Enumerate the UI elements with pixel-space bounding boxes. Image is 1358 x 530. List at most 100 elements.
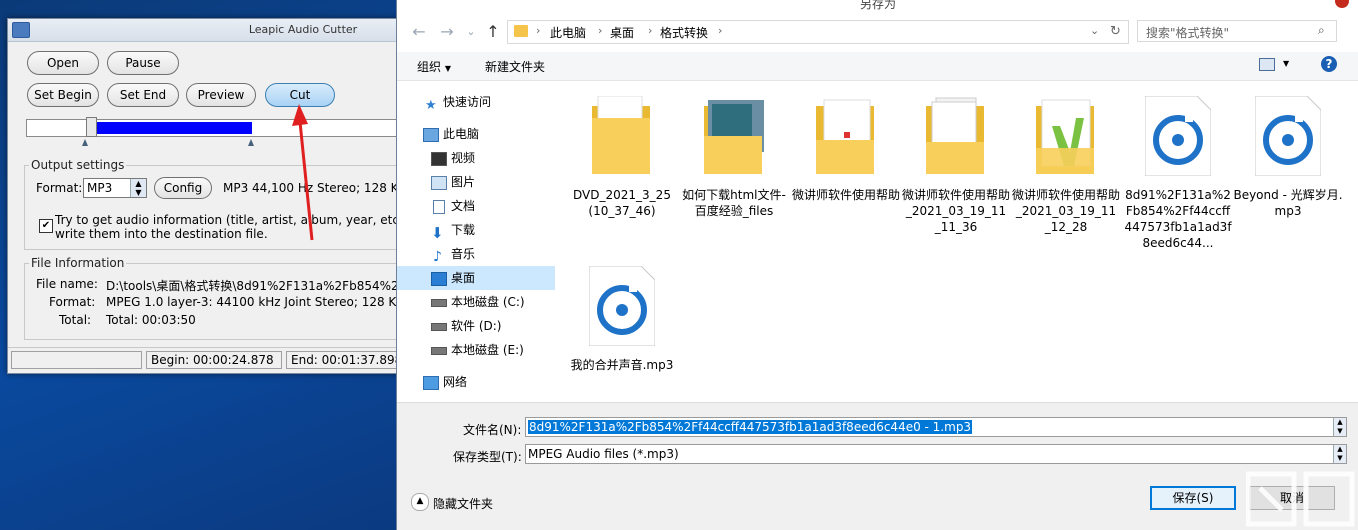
nav-item-videos[interactable]: 视频 <box>397 146 555 170</box>
filetype-select[interactable]: MPEG Audio files (*.mp3) ▲ ▼ <box>525 444 1347 464</box>
view-dropdown-icon[interactable]: ▼ <box>1283 59 1289 68</box>
nav-item-downloads[interactable]: ⬇ 下载 <box>397 218 555 242</box>
nav-label: 本地磁盘 (C:) <box>451 295 525 309</box>
nav-item-drive-c[interactable]: 本地磁盘 (C:) <box>397 290 555 314</box>
nav-label: 桌面 <box>451 271 476 285</box>
breadcrumb-separator-icon: › <box>718 24 723 37</box>
search-box[interactable]: 搜索"格式转换" ⌕ <box>1137 20 1337 42</box>
file-name-value: D:\tools\桌面\格式转换\8d91%2F131a%2Fb854%2F <box>106 279 401 293</box>
folder-pages-icon <box>926 97 984 174</box>
id3-checkbox[interactable]: ✔ <box>39 219 53 233</box>
file-item-folder[interactable]: 如何下载html文件-百度经验_files <box>679 84 789 224</box>
pause-button[interactable]: Pause <box>107 51 179 75</box>
config-button[interactable]: Config <box>154 177 212 199</box>
video-icon <box>431 152 447 166</box>
file-item-folder[interactable]: DVD_2021_3_25 (10_37_46) <box>567 84 677 224</box>
file-item-folder[interactable]: 微讲师软件使用帮助 _2021_03_19_11 _12_28 <box>1011 84 1121 234</box>
desktop-icon <box>431 272 447 286</box>
begin-status: Begin: 00:00:24.878 <box>146 351 282 369</box>
file-item-folder[interactable]: 微讲师软件使用帮助 <box>791 84 901 224</box>
nav-label: 此电脑 <box>443 127 480 141</box>
dialog-title: 另存为 <box>859 0 896 11</box>
folder-doc-icon <box>816 99 874 174</box>
up-arrow-icon[interactable]: ↑ <box>483 22 503 42</box>
nav-label: 图片 <box>451 175 476 189</box>
nav-item-drive-e[interactable]: 本地磁盘 (E:) <box>397 338 555 362</box>
file-item-mp3[interactable]: 我的合并声音.mp3 <box>567 254 677 384</box>
nav-item-drive-d[interactable]: 软件 (D:) <box>397 314 555 338</box>
save-button[interactable]: 保存(S) <box>1150 486 1236 510</box>
file-name: 我的合并声音.mp3 <box>570 358 674 372</box>
address-dropdown-icon[interactable]: ⌄ <box>1090 24 1099 37</box>
breadcrumb-format-convert[interactable]: 格式转换 <box>660 24 708 41</box>
nav-label: 下载 <box>451 223 476 237</box>
red-arrow-annotation <box>292 104 314 241</box>
nav-item-desktop[interactable]: 桌面 <box>397 266 555 290</box>
nav-item-pictures[interactable]: 图片 <box>397 170 555 194</box>
filename-value[interactable]: 8d91%2F131a%2Fb854%2Ff44ccff447573fb1a1a… <box>528 420 973 434</box>
filename-input[interactable]: 8d91%2F131a%2Fb854%2Ff44ccff447573fb1a1a… <box>525 417 1347 437</box>
slider-thumb[interactable] <box>86 117 97 137</box>
file-information-legend: File Information <box>31 256 125 270</box>
file-item-mp3[interactable]: 8d91%2F131a%2Fb854%2Ff44ccff447573fb1a1a… <box>1123 84 1233 250</box>
nav-label: 视频 <box>451 151 476 165</box>
nav-item-network[interactable]: 网络 <box>397 370 555 394</box>
nav-label: 音乐 <box>451 247 476 261</box>
search-input[interactable]: 搜索"格式转换" <box>1146 24 1229 41</box>
chevron-down-icon[interactable]: ⌄ <box>461 22 481 42</box>
nav-item-this-pc[interactable]: 此电脑 <box>397 122 555 146</box>
folder-icon <box>514 25 528 37</box>
organize-menu[interactable]: 组织 ▼ <box>417 58 451 75</box>
save-as-dialog: 另存为 ← → ⌄ ↑ › 此电脑 › 桌面 › 格式转换 › ⌄ ↻ 搜索"格… <box>396 0 1358 530</box>
nav-label: 网络 <box>443 375 468 389</box>
preview-button[interactable]: Preview <box>186 83 256 107</box>
nav-item-quick-access[interactable]: ★ 快速访问 <box>397 90 555 114</box>
refresh-icon[interactable]: ↻ <box>1110 24 1121 39</box>
end-status: End: 00:01:37.898 <box>286 351 400 369</box>
folder-icon <box>592 96 650 174</box>
drive-icon <box>431 323 447 331</box>
nav-item-documents[interactable]: 文档 <box>397 194 555 218</box>
folder-image-icon <box>704 100 764 174</box>
set-begin-button[interactable]: Set Begin <box>27 83 99 107</box>
forward-arrow-icon[interactable]: → <box>437 22 457 42</box>
file-name-label: File name: <box>36 277 98 291</box>
help-icon[interactable]: ? <box>1321 56 1337 72</box>
nav-label: 文档 <box>451 199 476 213</box>
spinner-icon[interactable]: ▲ ▼ <box>1333 445 1346 463</box>
breadcrumb-separator-icon: › <box>598 24 603 37</box>
format-select[interactable]: MP3 ▲ ▼ <box>83 178 147 198</box>
spinner-icon[interactable]: ▲ ▼ <box>130 179 146 197</box>
view-icon[interactable] <box>1259 58 1275 71</box>
spinner-icon[interactable]: ▲ ▼ <box>1333 418 1346 436</box>
hide-folders-toggle[interactable]: 隐藏文件夹 <box>433 495 493 512</box>
check-icon: ✔ <box>41 220 51 231</box>
leapic-title: Leapic Audio Cutter <box>248 23 358 36</box>
search-icon[interactable]: ⌕ <box>1318 23 1325 38</box>
dialog-titlebar[interactable]: 另存为 <box>397 0 1358 12</box>
audio-range-slider[interactable] <box>26 117 400 137</box>
breadcrumb-this-pc[interactable]: 此电脑 <box>550 24 586 41</box>
nav-item-music[interactable]: ♪ 音乐 <box>397 242 555 266</box>
set-end-button[interactable]: Set End <box>107 83 179 107</box>
star-icon: ★ <box>425 98 437 113</box>
dialog-toolbar: 组织 ▼ 新建文件夹 ▼ ? <box>397 52 1358 81</box>
nav-label: 快速访问 <box>443 95 492 109</box>
nav-label: 软件 (D:) <box>451 319 502 333</box>
back-arrow-icon[interactable]: ← <box>409 22 429 42</box>
music-icon: ♪ <box>433 249 442 265</box>
filename-label: 文件名(N): <box>463 423 522 437</box>
open-button[interactable]: Open <box>27 51 99 75</box>
file-item-folder[interactable]: 微讲师软件使用帮助 _2021_03_19_11 _11_36 <box>901 84 1011 234</box>
breadcrumb-desktop[interactable]: 桌面 <box>610 24 634 41</box>
computer-icon <box>423 128 439 142</box>
breadcrumb-separator-icon: › <box>536 24 541 37</box>
leapic-titlebar[interactable]: Leapic Audio Cutter <box>8 19 400 42</box>
chevron-up-icon[interactable]: ▲ <box>411 493 429 511</box>
filetype-label: 保存类型(T): <box>453 450 522 464</box>
new-folder-button[interactable]: 新建文件夹 <box>485 58 545 75</box>
selected-range[interactable] <box>96 122 252 134</box>
file-item-mp3[interactable]: Beyond - 光辉岁月.mp3 <box>1233 84 1343 224</box>
address-bar[interactable]: › 此电脑 › 桌面 › 格式转换 › ⌄ ↻ <box>507 20 1129 44</box>
mp3-file-icon <box>1145 96 1211 176</box>
